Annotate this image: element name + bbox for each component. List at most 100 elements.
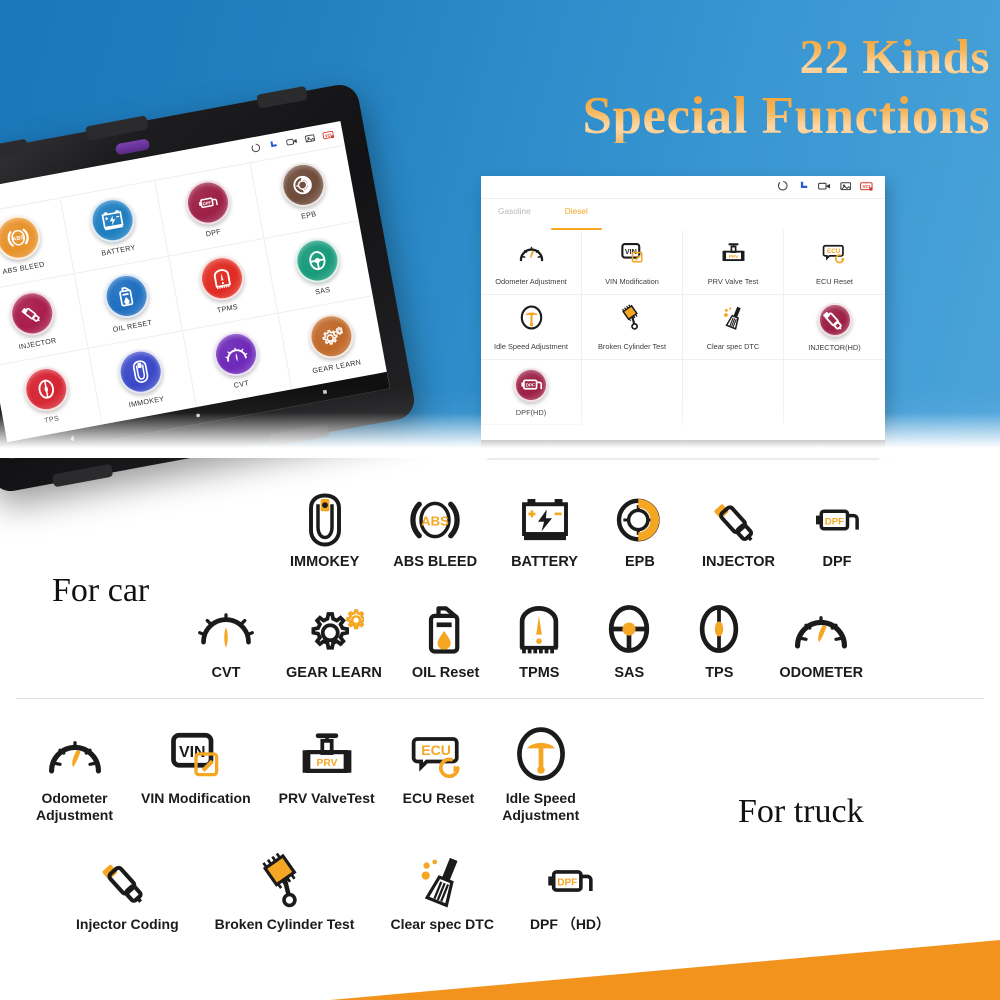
- tablet1-cell-label: ABS BLEED: [1, 259, 46, 277]
- feature-ecu-reset: ECU ECU Reset: [403, 722, 474, 807]
- sas-icon: [599, 597, 659, 659]
- video-camera-icon[interactable]: [818, 178, 831, 196]
- feature-label: ODOMETER: [779, 665, 864, 681]
- ecu-reset-icon: ECU: [408, 722, 468, 784]
- feature-label: DPF （HD）: [529, 916, 611, 932]
- tablet2-cell-label: VIN Modification: [605, 276, 659, 286]
- tablet1-cell-label: DPF: [205, 227, 222, 239]
- svg-text:PRV: PRV: [316, 758, 337, 769]
- tablet2-cell-label: Clear spec DTC: [706, 341, 760, 351]
- tablet2-cell-broken-cylinder-test[interactable]: Broken Cylinder Test: [582, 295, 683, 360]
- feature-injector-coding: Injector Coding: [76, 850, 179, 933]
- injector-hd-icon: [817, 302, 852, 337]
- vci-badge-icon[interactable]: VCI: [321, 126, 335, 146]
- feature-label: Clear spec DTC: [390, 916, 494, 932]
- tablet2-status-bar: VCI: [481, 176, 885, 199]
- fuel-tab-diesel[interactable]: Diesel: [550, 206, 602, 230]
- svg-text:DPF: DPF: [825, 516, 844, 527]
- cvt-icon: [196, 597, 256, 659]
- car-icon-row-2: CVT GEAR LEARN OIL Reset TPMS SAS TPS OD…: [196, 597, 863, 682]
- screenshot-icon[interactable]: [840, 178, 852, 196]
- feature-label: SAS: [614, 665, 645, 681]
- feature-label: GEAR LEARN: [286, 665, 382, 681]
- epb-icon: [277, 159, 329, 211]
- oil-reset-icon: [416, 597, 476, 659]
- feature-idle-speed-adjustment: Idle Speed Adjustment: [502, 722, 579, 823]
- feature-label: Idle Speed Adjustment: [502, 790, 580, 823]
- dpf-icon: DPF: [182, 177, 234, 229]
- feature-injector: INJECTOR: [702, 490, 775, 571]
- tablet2-cell-label: PRV Valve Test: [707, 276, 759, 286]
- title-line-1: 22 Kinds: [470, 32, 990, 81]
- tablet2-cell-label: ECU Reset: [816, 276, 853, 286]
- vci-badge-icon[interactable]: VCI: [860, 178, 873, 196]
- tablet1-cell-label: OIL RESET: [111, 317, 153, 334]
- svg-text:ABS: ABS: [421, 513, 449, 528]
- feature-odometer-adjustment: Odometer Adjustment: [36, 722, 113, 823]
- fuel-tab-gasoline[interactable]: Gasoline: [498, 206, 531, 230]
- broken-cylinder-icon: [256, 850, 314, 910]
- odometer-icon: [45, 722, 105, 784]
- svg-text:VCI: VCI: [863, 184, 871, 189]
- feature-sas: SAS: [599, 597, 659, 682]
- idle-speed-icon: [511, 722, 571, 784]
- odometer-icon: [791, 597, 851, 659]
- tablet2-cell-label: Idle Speed Adjustment: [494, 341, 568, 351]
- prv-valve-icon: PRV: [720, 239, 747, 271]
- tablet2-cell-vin-modification[interactable]: VIN VIN Modification: [582, 230, 683, 295]
- tablet1-cell-label: GEAR LEARN: [311, 357, 362, 376]
- feature-label: ABS BLEED: [393, 554, 478, 570]
- tpms-icon: [196, 252, 248, 304]
- blue-corner-icon[interactable]: [798, 178, 810, 196]
- feature-gear-learn: GEAR LEARN: [286, 597, 382, 682]
- section-label-truck: For truck: [738, 793, 864, 830]
- tablet2-cell-idle-speed-adjustment[interactable]: Idle Speed Adjustment: [481, 295, 582, 360]
- tps-icon: [689, 597, 749, 659]
- cvt-icon: [210, 328, 262, 380]
- hero-fade-overlay: [0, 388, 1000, 458]
- tablet2-cell-label: INJECTOR(HD): [808, 342, 861, 352]
- svg-text:ECU: ECU: [422, 742, 452, 758]
- tablet1-cell-label: INJECTOR: [17, 335, 58, 352]
- tablet1-cell-label: SAS: [314, 284, 332, 297]
- tablet1-cell-label: TPMS: [216, 301, 239, 315]
- tablet2-cell-ecu-reset[interactable]: ECU ECU Reset: [784, 230, 885, 295]
- vin-icon: VIN: [166, 722, 226, 784]
- feature-odometer: ODOMETER: [779, 597, 863, 682]
- feature-epb: EPB: [612, 490, 668, 571]
- broken-cylinder-icon: [619, 303, 646, 336]
- feature-tpms: TPMS: [509, 597, 569, 682]
- page-title: 22 Kinds Special Functions: [470, 32, 990, 143]
- loading-circle-icon[interactable]: [777, 178, 789, 196]
- svg-text:DPF: DPF: [525, 383, 534, 388]
- feature-label: PRV ValveTest: [278, 790, 375, 806]
- fuel-type-tabs[interactable]: Gasoline Diesel: [481, 199, 885, 230]
- feature-clear-spec-dtc: Clear spec DTC: [390, 850, 494, 933]
- svg-text:VIN: VIN: [179, 744, 206, 761]
- blue-corner-icon[interactable]: [267, 136, 280, 156]
- feature-abs-bleed: ABS ABS BLEED: [393, 490, 477, 571]
- tablet2-cell-odometer-adjustment[interactable]: Odometer Adjustment: [481, 230, 582, 295]
- feature-dpf: DPF DPF: [809, 490, 865, 571]
- feature-label: VIN Modification: [141, 790, 251, 806]
- tablet2-cell-injector-hd-[interactable]: INJECTOR(HD): [784, 295, 885, 360]
- feature-label: INJECTOR: [701, 554, 775, 570]
- feature-label: OIL Reset: [411, 665, 480, 681]
- feature-vin-modification: VIN VIN Modification: [141, 722, 251, 807]
- loading-circle-icon[interactable]: [249, 139, 262, 159]
- tablet1-bumper: [51, 463, 114, 488]
- vin-icon: VIN: [619, 239, 646, 271]
- feature-label: TPMS: [519, 665, 560, 681]
- section-label-car: For car: [52, 572, 150, 609]
- prv-valve-icon: PRV: [297, 722, 357, 784]
- abs-bleed-icon: ABS: [407, 490, 463, 548]
- gear-learn-icon: [304, 597, 364, 659]
- screenshot-icon[interactable]: [304, 129, 317, 149]
- clear-dtc-icon: [413, 850, 471, 910]
- feature-tps: TPS: [689, 597, 749, 682]
- video-camera-icon[interactable]: [285, 132, 299, 152]
- tablet2-cell-prv-valve-test[interactable]: PRV PRV Valve Test: [683, 230, 784, 295]
- tablet2-cell-clear-spec-dtc[interactable]: Clear spec DTC: [683, 295, 784, 360]
- feature-label: DPF: [822, 554, 852, 570]
- sas-icon: [291, 234, 343, 287]
